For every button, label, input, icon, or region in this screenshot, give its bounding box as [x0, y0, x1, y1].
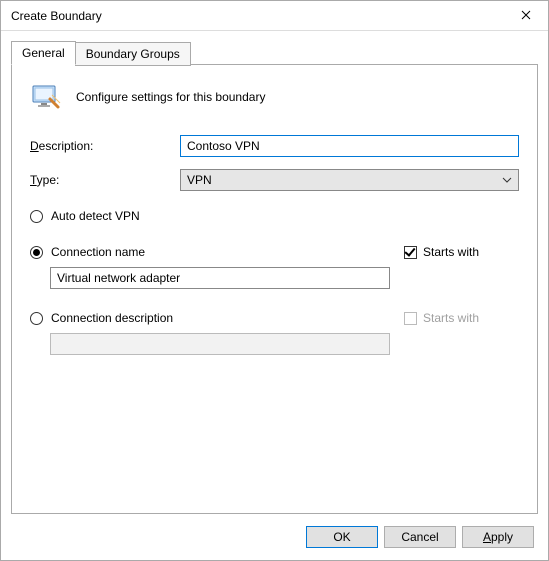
- button-bar: OK Cancel Apply: [1, 514, 548, 560]
- ok-button[interactable]: OK: [306, 526, 378, 548]
- tab-boundary-groups-label: Boundary Groups: [86, 47, 180, 61]
- cancel-button-label: Cancel: [401, 530, 438, 544]
- tab-panel-general: Configure settings for this boundary Des…: [11, 64, 538, 514]
- tab-strip: General Boundary Groups: [11, 41, 538, 65]
- ok-button-label: OK: [333, 530, 350, 544]
- description-row: Description:: [30, 135, 519, 157]
- panel-header-text: Configure settings for this boundary: [76, 90, 265, 104]
- type-select[interactable]: VPN: [180, 169, 519, 191]
- panel-header: Configure settings for this boundary: [30, 81, 519, 113]
- connection-description-row: Connection description Starts with: [30, 311, 519, 325]
- tab-general-label: General: [22, 46, 65, 60]
- type-label: Type:: [30, 173, 180, 187]
- apply-button-label: Apply: [483, 530, 513, 544]
- monitor-icon: [30, 81, 62, 113]
- auto-detect-label[interactable]: Auto detect VPN: [51, 209, 140, 223]
- connection-description-starts-with-checkbox: [404, 312, 417, 325]
- description-label: Description:: [30, 139, 180, 153]
- cancel-button[interactable]: Cancel: [384, 526, 456, 548]
- tab-general[interactable]: General: [11, 41, 76, 65]
- auto-detect-radio[interactable]: [30, 210, 43, 223]
- create-boundary-dialog: Create Boundary General Boundary Groups: [0, 0, 549, 561]
- apply-button[interactable]: Apply: [462, 526, 534, 548]
- connection-name-starts-with-wrap: Starts with: [404, 245, 519, 259]
- chevron-down-icon: [502, 177, 512, 183]
- titlebar: Create Boundary: [1, 1, 548, 31]
- connection-description-label[interactable]: Connection description: [51, 311, 173, 325]
- type-select-value: VPN: [187, 173, 212, 187]
- connection-description-radio[interactable]: [30, 312, 43, 325]
- connection-description-input: [50, 333, 390, 355]
- close-button[interactable]: [503, 1, 548, 31]
- connection-name-radio[interactable]: [30, 246, 43, 259]
- vpn-mode-group: Auto detect VPN Connection name Starts w…: [30, 209, 519, 355]
- connection-description-starts-with-wrap: Starts with: [404, 311, 519, 325]
- description-input[interactable]: [180, 135, 519, 157]
- connection-description-starts-with-label: Starts with: [423, 311, 479, 325]
- connection-name-label[interactable]: Connection name: [51, 245, 145, 259]
- close-icon: [521, 9, 531, 23]
- connection-name-starts-with-label[interactable]: Starts with: [423, 245, 479, 259]
- tab-boundary-groups[interactable]: Boundary Groups: [75, 42, 191, 66]
- connection-name-starts-with-checkbox[interactable]: [404, 246, 417, 259]
- auto-detect-row: Auto detect VPN: [30, 209, 519, 223]
- type-row: Type: VPN: [30, 169, 519, 191]
- window-title: Create Boundary: [11, 9, 503, 23]
- content-area: General Boundary Groups Co: [1, 31, 548, 514]
- connection-name-row: Connection name Starts with: [30, 245, 519, 259]
- connection-name-input[interactable]: [50, 267, 390, 289]
